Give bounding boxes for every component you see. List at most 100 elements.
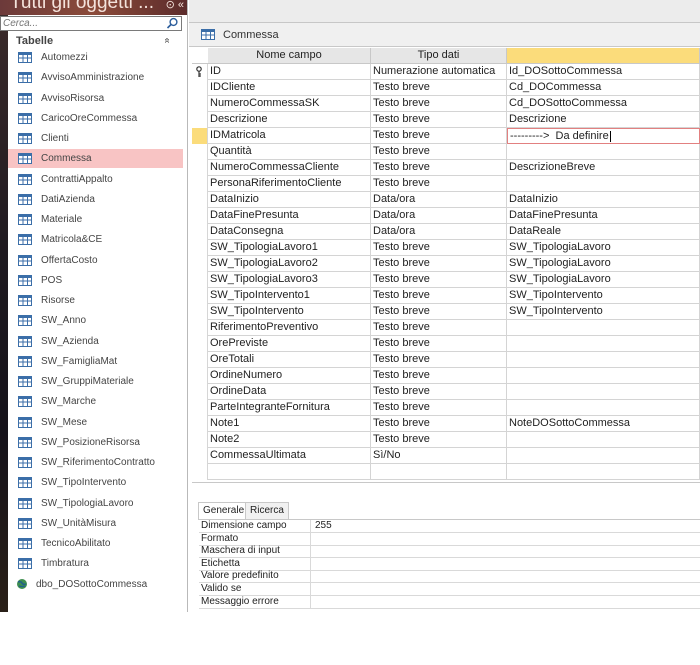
field-name-cell[interactable]: CommessaUltimata — [208, 448, 371, 464]
row-selector[interactable] — [192, 208, 208, 224]
data-type-cell[interactable]: Testo breve — [371, 96, 507, 112]
description-cell[interactable]: SW_TipoIntervento — [507, 288, 700, 304]
nav-item[interactable]: CaricoOreCommessa — [8, 109, 183, 128]
row-selector[interactable] — [192, 176, 208, 192]
field-row[interactable]: SW_TipoIntervento1 Testo breve SW_TipoInte… — [192, 288, 700, 304]
nav-item[interactable]: DatiAzienda — [8, 190, 183, 209]
field-name-cell[interactable]: NumeroCommessaSK — [208, 96, 371, 112]
data-type-cell[interactable]: Testo breve — [371, 352, 507, 368]
field-name-cell[interactable]: ParteIntegranteFornitura — [208, 400, 371, 416]
description-cell[interactable] — [507, 352, 700, 368]
row-selector[interactable] — [192, 128, 208, 144]
data-type-cell[interactable]: Testo breve — [371, 432, 507, 448]
search-box[interactable] — [0, 16, 182, 31]
row-selector[interactable] — [192, 368, 208, 384]
description-cell[interactable]: SW_TipologiaLavoro — [507, 272, 700, 288]
description-cell[interactable]: SW_TipoIntervento — [507, 304, 700, 320]
nav-item[interactable]: SW_RiferimentoContratto — [8, 453, 183, 472]
data-type-cell[interactable]: Testo breve — [371, 320, 507, 336]
nav-item[interactable]: SW_TipoIntervento — [8, 473, 183, 492]
grid-corner[interactable] — [192, 48, 208, 64]
description-cell[interactable] — [507, 320, 700, 336]
row-selector[interactable] — [192, 448, 208, 464]
row-selector[interactable] — [192, 96, 208, 112]
description-cell[interactable] — [507, 464, 700, 480]
property-value[interactable] — [311, 596, 700, 609]
data-type-cell[interactable]: Testo breve — [371, 416, 507, 432]
field-name-cell[interactable]: OreTotali — [208, 352, 371, 368]
property-value[interactable] — [311, 545, 700, 558]
field-row[interactable]: SW_TipologiaLavoro1 Testo breve SW_Tipolog… — [192, 240, 700, 256]
field-row[interactable]: SW_TipologiaLavoro3 Testo breve SW_Tipolog… — [192, 272, 700, 288]
row-selector[interactable] — [192, 352, 208, 368]
row-selector[interactable] — [192, 336, 208, 352]
field-name-cell[interactable]: SW_TipologiaLavoro1 — [208, 240, 371, 256]
row-selector[interactable] — [192, 192, 208, 208]
nav-item[interactable]: SW_GruppiMateriale — [8, 372, 183, 391]
data-type-cell[interactable]: Testo breve — [371, 288, 507, 304]
data-type-cell[interactable]: Testo breve — [371, 336, 507, 352]
field-row[interactable] — [192, 464, 700, 480]
description-cell[interactable] — [507, 144, 700, 160]
field-name-cell[interactable]: RiferimentoPreventivo — [208, 320, 371, 336]
nav-item[interactable]: AvvisoAmministrazione — [8, 68, 183, 87]
data-type-cell[interactable]: Testo breve — [371, 256, 507, 272]
data-type-cell[interactable]: Testo breve — [371, 112, 507, 128]
nav-item[interactable]: dbo_DOSottoCommessa — [8, 575, 183, 594]
row-selector[interactable] — [192, 400, 208, 416]
property-row[interactable]: Messaggio errore — [199, 595, 700, 609]
description-cell[interactable]: SW_TipologiaLavoro — [507, 240, 700, 256]
nav-item[interactable]: SW_FamigliaMat — [8, 352, 183, 371]
field-name-cell[interactable]: PersonaRiferimentoCliente — [208, 176, 371, 192]
row-selector[interactable] — [192, 288, 208, 304]
data-type-cell[interactable]: Data/ora — [371, 192, 507, 208]
nav-item[interactable]: Matricola&CE — [8, 230, 183, 249]
field-row[interactable]: ID Numerazione automatica Id_DOSottoCommes… — [192, 64, 700, 80]
nav-header[interactable]: Tutti gli oggetti ... ⊙ « — [0, 0, 187, 15]
property-value[interactable] — [311, 558, 700, 571]
description-cell[interactable] — [507, 432, 700, 448]
nav-item[interactable]: SW_Anno — [8, 311, 183, 330]
nav-item[interactable]: SW_Mese — [8, 413, 183, 432]
nav-header-icons[interactable]: ⊙ « — [166, 0, 184, 11]
nav-item[interactable]: OffertaCosto — [8, 251, 183, 270]
field-name-cell[interactable]: OrdineData — [208, 384, 371, 400]
column-header-field-name[interactable]: Nome campo — [208, 48, 371, 64]
data-type-cell[interactable]: Testo breve — [371, 128, 507, 144]
field-name-cell[interactable]: DataConsegna — [208, 224, 371, 240]
nav-item[interactable]: AvvisoRisorsa — [8, 89, 183, 108]
description-cell[interactable] — [507, 400, 700, 416]
field-name-cell[interactable]: OrdineNumero — [208, 368, 371, 384]
description-cell[interactable]: ---------> Da definire — [507, 128, 700, 144]
data-type-cell[interactable]: Testo breve — [371, 304, 507, 320]
field-name-cell[interactable]: Quantità — [208, 144, 371, 160]
description-edit-text[interactable]: ---------> Da definire — [510, 130, 609, 142]
data-type-cell[interactable] — [371, 464, 507, 480]
description-cell[interactable]: Cd_DOSottoCommessa — [507, 96, 700, 112]
tab-ricerca[interactable]: Ricerca — [245, 502, 289, 519]
row-selector[interactable] — [192, 64, 208, 80]
field-row[interactable]: Note1 Testo breve NoteDOSottoCommessa — [192, 416, 700, 432]
field-name-cell[interactable]: IDCliente — [208, 80, 371, 96]
field-row[interactable]: RiferimentoPreventivo Testo breve — [192, 320, 700, 336]
description-cell[interactable] — [507, 448, 700, 464]
field-name-cell[interactable]: DataInizio — [208, 192, 371, 208]
description-cell[interactable]: DescrizioneBreve — [507, 160, 700, 176]
data-type-cell[interactable]: Testo breve — [371, 80, 507, 96]
row-selector[interactable] — [192, 320, 208, 336]
description-cell[interactable]: SW_TipologiaLavoro — [507, 256, 700, 272]
column-header-description[interactable] — [507, 48, 700, 64]
field-name-cell[interactable]: OrePreviste — [208, 336, 371, 352]
field-row[interactable]: IDCliente Testo breve Cd_DOCommessa — [192, 80, 700, 96]
nav-item[interactable]: ContrattiAppalto — [8, 170, 183, 189]
property-row[interactable]: Dimensione campo 255 — [199, 520, 700, 533]
tab-generale[interactable]: Generale — [198, 502, 250, 520]
row-selector[interactable] — [192, 112, 208, 128]
field-row[interactable]: OrdineNumero Testo breve — [192, 368, 700, 384]
property-value[interactable] — [311, 570, 700, 583]
field-name-cell[interactable]: Descrizione — [208, 112, 371, 128]
property-row[interactable]: Valido se — [199, 583, 700, 596]
group-header-tabelle[interactable]: Tabelle — [16, 35, 53, 47]
nav-item[interactable]: Timbratura — [8, 554, 183, 573]
field-row[interactable]: SW_TipoIntervento Testo breve SW_TipoInter… — [192, 304, 700, 320]
